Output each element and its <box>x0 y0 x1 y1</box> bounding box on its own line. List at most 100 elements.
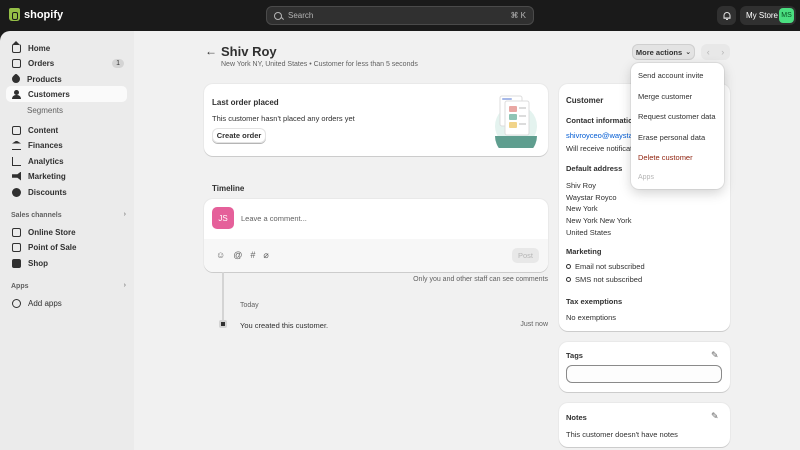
address-line: Shiv Roy <box>566 181 597 190</box>
search-bar[interactable]: Search ⌘ K <box>266 6 534 25</box>
emoji-icon[interactable]: ☺ <box>216 250 225 261</box>
shop-icon <box>12 258 21 268</box>
comment-input[interactable]: Leave a comment... <box>241 214 531 223</box>
notes-title: Notes <box>566 413 587 422</box>
sms-marketing-status: SMS not subscribed <box>566 275 642 284</box>
status-dot-icon <box>566 277 571 282</box>
attachment-icon[interactable]: ⌀ <box>263 250 268 261</box>
sidebar-item-customers[interactable]: Customers <box>6 86 127 102</box>
edit-pencil-icon[interactable]: ✎ <box>711 411 719 422</box>
sidebar-item-content[interactable]: Content <box>6 122 127 138</box>
menu-item-merge-customer[interactable]: Merge customer <box>638 92 692 101</box>
search-icon <box>274 11 282 20</box>
megaphone-icon <box>12 171 21 181</box>
tax-exemptions-value: No exemptions <box>566 313 617 322</box>
sidebar-item-marketing[interactable]: Marketing <box>6 168 127 184</box>
menu-section-apps: Apps <box>638 174 654 181</box>
sidebar-item-analytics[interactable]: Analytics <box>6 153 127 169</box>
tags-input[interactable] <box>566 365 722 383</box>
page-subtitle: New York NY, United States • Customer fo… <box>221 61 418 68</box>
status-dot-icon <box>566 264 571 269</box>
address-line: New York New York <box>566 216 632 226</box>
pos-icon <box>12 242 21 252</box>
search-placeholder: Search <box>288 11 314 20</box>
sidebar-item-orders[interactable]: Orders 1 <box>6 55 127 71</box>
menu-item-delete-customer[interactable]: Delete customer <box>638 153 693 162</box>
previous-arrow-icon[interactable]: ‹ <box>707 47 710 57</box>
store-menu-button[interactable]: My Store MS <box>740 6 796 25</box>
store-name: My Store <box>746 11 779 20</box>
content-icon <box>12 125 21 135</box>
orders-count-badge: 1 <box>112 58 124 68</box>
sidebar-item-label: Discounts <box>28 187 67 197</box>
post-button[interactable]: Post <box>512 248 539 263</box>
sidebar: Home Orders 1 Products Customers Segments… <box>0 31 134 450</box>
timeline-title: Timeline <box>212 184 245 193</box>
timeline-event-dot <box>219 320 227 328</box>
sidebar-item-discounts[interactable]: Discounts <box>6 184 127 200</box>
timeline-event-text: You created this customer. <box>240 321 329 330</box>
sidebar-item-label: Online Store <box>28 227 76 237</box>
menu-item-request-data[interactable]: Request customer data <box>638 112 716 121</box>
email-marketing-status: Email not subscribed <box>566 262 645 271</box>
section-label: Sales channels <box>11 212 62 219</box>
customer-email-link[interactable]: shivroyceo@waystar <box>566 131 636 140</box>
sidebar-item-segments[interactable]: Segments <box>6 102 127 118</box>
contact-info-title: Contact information <box>566 116 636 125</box>
sidebar-item-online-store[interactable]: Online Store <box>6 224 127 240</box>
user-avatar: JS <box>212 207 234 229</box>
tag-icon <box>10 73 22 85</box>
person-icon <box>12 89 21 99</box>
sidebar-item-label: Customers <box>28 89 70 99</box>
more-actions-button[interactable]: More actions ⌄ <box>632 44 695 60</box>
orders-icon <box>12 58 21 68</box>
sidebar-item-home[interactable]: Home <box>6 40 127 56</box>
logo-text: shopify <box>24 8 64 21</box>
sidebar-item-label: Content <box>28 125 59 135</box>
menu-item-erase-data[interactable]: Erase personal data <box>638 133 705 142</box>
chevron-down-icon: ⌄ <box>685 49 692 56</box>
address-line: Waystar Royco <box>566 192 617 202</box>
sidebar-item-products[interactable]: Products <box>6 71 127 87</box>
more-actions-label: More actions <box>635 47 683 57</box>
store-avatar: MS <box>779 8 794 23</box>
sms-marketing-label: SMS not subscribed <box>575 275 643 284</box>
sidebar-item-point-of-sale[interactable]: Point of Sale <box>6 239 127 255</box>
last-order-text: This customer hasn't placed any orders y… <box>212 114 355 123</box>
discount-icon <box>12 187 21 197</box>
email-marketing-label: Email not subscribed <box>575 262 645 271</box>
sidebar-item-label: Segments <box>27 105 64 115</box>
sidebar-item-label: Analytics <box>28 156 64 166</box>
comments-visibility-note: Only you and other staff can see comment… <box>413 276 548 283</box>
tax-exemptions-title: Tax exemptions <box>566 297 623 306</box>
menu-item-send-invite[interactable]: Send account invite <box>638 71 703 80</box>
sidebar-item-label: Finances <box>28 140 63 150</box>
notes-text: This customer doesn't have notes <box>566 430 678 439</box>
tags-card: Tags ✎ <box>559 342 730 392</box>
bank-icon <box>12 141 21 150</box>
next-arrow-icon[interactable]: › <box>721 47 724 57</box>
mention-icon[interactable]: @ <box>233 250 242 261</box>
home-icon <box>12 43 21 53</box>
sidebar-item-shop[interactable]: Shop <box>6 255 127 271</box>
marketing-title: Marketing <box>566 247 602 256</box>
apps-section[interactable]: Apps › <box>11 282 126 290</box>
shopify-bag-icon <box>9 8 20 21</box>
edit-pencil-icon[interactable]: ✎ <box>711 350 719 361</box>
top-bar: shopify Search ⌘ K My Store MS <box>0 0 800 31</box>
hashtag-icon[interactable]: # <box>250 250 255 261</box>
sidebar-item-finances[interactable]: Finances <box>6 137 127 153</box>
sidebar-item-add-apps[interactable]: Add apps <box>6 295 127 311</box>
page-title: Shiv Roy <box>221 44 277 59</box>
shopify-logo[interactable]: shopify <box>9 8 63 21</box>
add-circle-icon <box>12 298 21 308</box>
address-line: United States <box>566 227 612 237</box>
comment-box: JS Leave a comment... ☺ @ # ⌀ Post <box>204 199 548 272</box>
address-line: New York <box>566 204 598 214</box>
sales-channels-section[interactable]: Sales channels › <box>11 211 126 219</box>
notes-card: Notes ✎ This customer doesn't have notes <box>559 403 730 447</box>
chevron-right-icon: › <box>123 211 126 218</box>
back-arrow-icon[interactable]: ← <box>205 44 217 58</box>
notifications-bell-button[interactable] <box>717 6 736 25</box>
create-order-button[interactable]: Create order <box>212 128 266 143</box>
